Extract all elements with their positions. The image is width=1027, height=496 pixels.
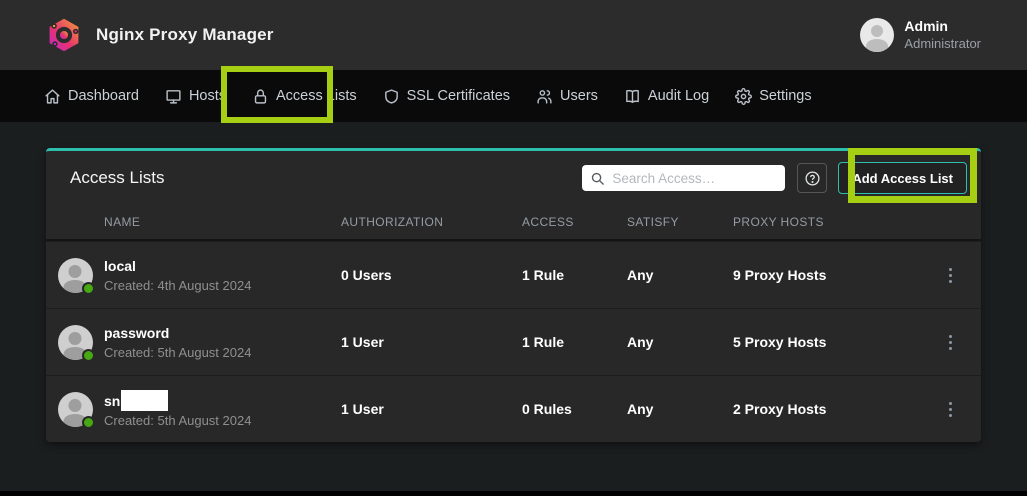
table-header: NAME AUTHORIZATION ACCESS SATISFY PROXY … [46,205,981,241]
app-logo-icon [46,17,82,53]
redaction-box [121,390,168,411]
page-title: Access Lists [70,168,164,188]
main-nav: Dashboard Hosts Access Lists SSL Certifi… [0,70,1027,122]
user-menu[interactable]: Admin Administrator [860,18,981,52]
proxy-hosts-value: 5 Proxy Hosts [733,334,877,350]
book-icon [624,88,641,105]
column-header-satisfy: SATISFY [627,215,733,229]
content-area: Access Lists Add Access List NAME AUTHOR… [0,122,1027,496]
authorization-value: 1 User [341,401,522,417]
user-name: Admin [904,18,981,36]
app-title: Nginx Proxy Manager [96,25,274,45]
table-row[interactable]: local Created: 4th August 2024 0 Users 1… [46,241,981,308]
access-lists-panel: Access Lists Add Access List NAME AUTHOR… [46,148,981,442]
satisfy-value: Any [627,401,733,417]
satisfy-value: Any [627,334,733,350]
created-date: Created: 5th August 2024 [104,413,341,428]
bottom-strip [0,491,1027,496]
table-row[interactable]: password Created: 5th August 2024 1 User… [46,308,981,375]
user-avatar [860,18,894,52]
help-button[interactable] [797,163,827,193]
access-value: 0 Rules [522,401,627,417]
proxy-hosts-value: 2 Proxy Hosts [733,401,877,417]
nav-item-access-lists[interactable]: Access Lists [252,88,357,105]
created-date: Created: 5th August 2024 [104,345,341,360]
monitor-icon [165,88,182,105]
search-box [582,165,785,191]
panel-header: Access Lists Add Access List [46,151,981,205]
access-list-name: sn [104,390,341,411]
access-list-name: local [104,257,341,275]
avatar [58,325,93,360]
app-brand: Nginx Proxy Manager [46,17,274,53]
app-header: Nginx Proxy Manager Admin Administrator [0,0,1027,70]
avatar [58,392,93,427]
column-header-name: NAME [104,215,341,229]
kebab-menu-icon[interactable] [935,392,965,426]
home-icon [44,88,61,105]
shield-icon [383,88,400,105]
status-dot [82,282,95,295]
kebab-menu-icon[interactable] [935,258,965,292]
column-header-access: ACCESS [522,215,627,229]
nav-item-settings[interactable]: Settings [735,88,811,105]
access-value: 1 Rule [522,267,627,283]
authorization-value: 0 Users [341,267,522,283]
access-list-name: password [104,324,341,342]
add-access-list-button[interactable]: Add Access List [838,162,967,194]
kebab-menu-icon[interactable] [935,325,965,359]
users-icon [536,88,553,105]
nav-item-hosts[interactable]: Hosts [165,88,226,105]
gear-icon [735,88,752,105]
table-row[interactable]: sn Created: 5th August 2024 1 User 0 Rul… [46,375,981,442]
search-icon [590,171,605,186]
nav-item-ssl-certificates[interactable]: SSL Certificates [383,88,510,105]
satisfy-value: Any [627,267,733,283]
authorization-value: 1 User [341,334,522,350]
column-header-authorization: AUTHORIZATION [341,215,522,229]
nav-item-users[interactable]: Users [536,88,598,105]
help-icon [804,170,821,187]
status-dot [82,416,95,429]
access-value: 1 Rule [522,334,627,350]
proxy-hosts-value: 9 Proxy Hosts [733,267,877,283]
user-role: Administrator [904,36,981,52]
avatar [58,258,93,293]
lock-icon [252,88,269,105]
search-input[interactable] [612,171,777,186]
column-header-proxy-hosts: PROXY HOSTS [733,215,877,229]
status-dot [82,349,95,362]
created-date: Created: 4th August 2024 [104,278,341,293]
nav-item-audit-log[interactable]: Audit Log [624,88,709,105]
nav-item-dashboard[interactable]: Dashboard [44,88,139,105]
